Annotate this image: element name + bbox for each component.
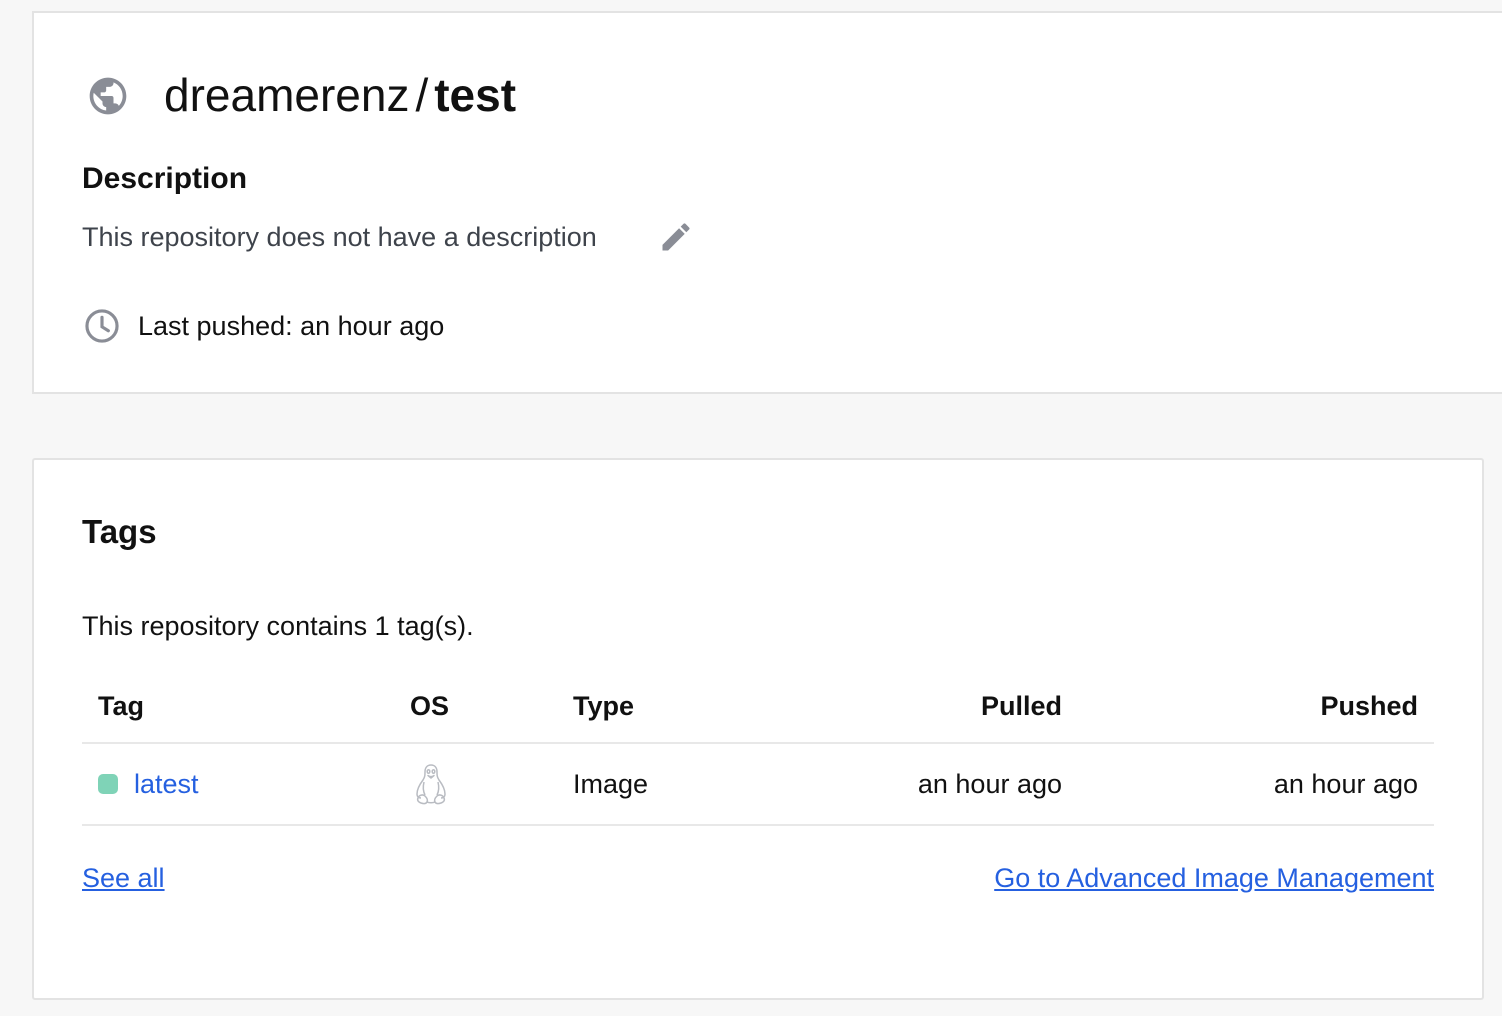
pulled-cell: an hour ago <box>917 768 1062 799</box>
advanced-image-management-link[interactable]: Go to Advanced Image Management <box>994 860 1434 896</box>
tags-card: Tags This repository contains 1 tag(s). … <box>32 458 1484 1000</box>
description-heading: Description <box>82 162 248 195</box>
status-indicator <box>98 774 118 794</box>
pushed-cell: an hour ago <box>1273 768 1418 799</box>
repository-title: dreamerenz / test <box>164 65 516 125</box>
tags-table: Tag OS Type Pulled Pushed latest Image a… <box>82 670 1434 826</box>
description-text: This repository does not have a descript… <box>82 222 597 252</box>
globe-icon <box>86 74 130 118</box>
repository-name: test <box>434 69 517 121</box>
table-row: latest Image an hour ago an hour ago <box>82 744 1434 826</box>
pencil-icon[interactable] <box>658 219 694 255</box>
tags-table-header: Tag OS Type Pulled Pushed <box>82 670 1434 744</box>
column-header-pulled: Pulled <box>980 690 1062 721</box>
tag-link-latest[interactable]: latest <box>134 769 199 800</box>
column-header-type: Type <box>573 690 635 721</box>
title-separator: / <box>415 69 429 121</box>
column-header-os: OS <box>410 690 450 721</box>
clock-icon <box>83 307 121 345</box>
tags-summary: This repository contains 1 tag(s). <box>82 611 474 641</box>
linux-icon <box>412 762 450 806</box>
tags-heading: Tags <box>82 513 157 550</box>
see-all-link[interactable]: See all <box>82 860 165 896</box>
column-header-tag: Tag <box>98 690 144 721</box>
last-pushed-text: Last pushed: an hour ago <box>138 311 445 341</box>
type-cell: Image <box>573 768 649 799</box>
repository-namespace: dreamerenz <box>164 69 410 121</box>
repository-info-card: dreamerenz / test Description This reposit… <box>32 11 1502 394</box>
tag-cell: latest <box>98 744 199 824</box>
column-header-pushed: Pushed <box>1320 690 1418 721</box>
os-cell <box>410 744 450 824</box>
